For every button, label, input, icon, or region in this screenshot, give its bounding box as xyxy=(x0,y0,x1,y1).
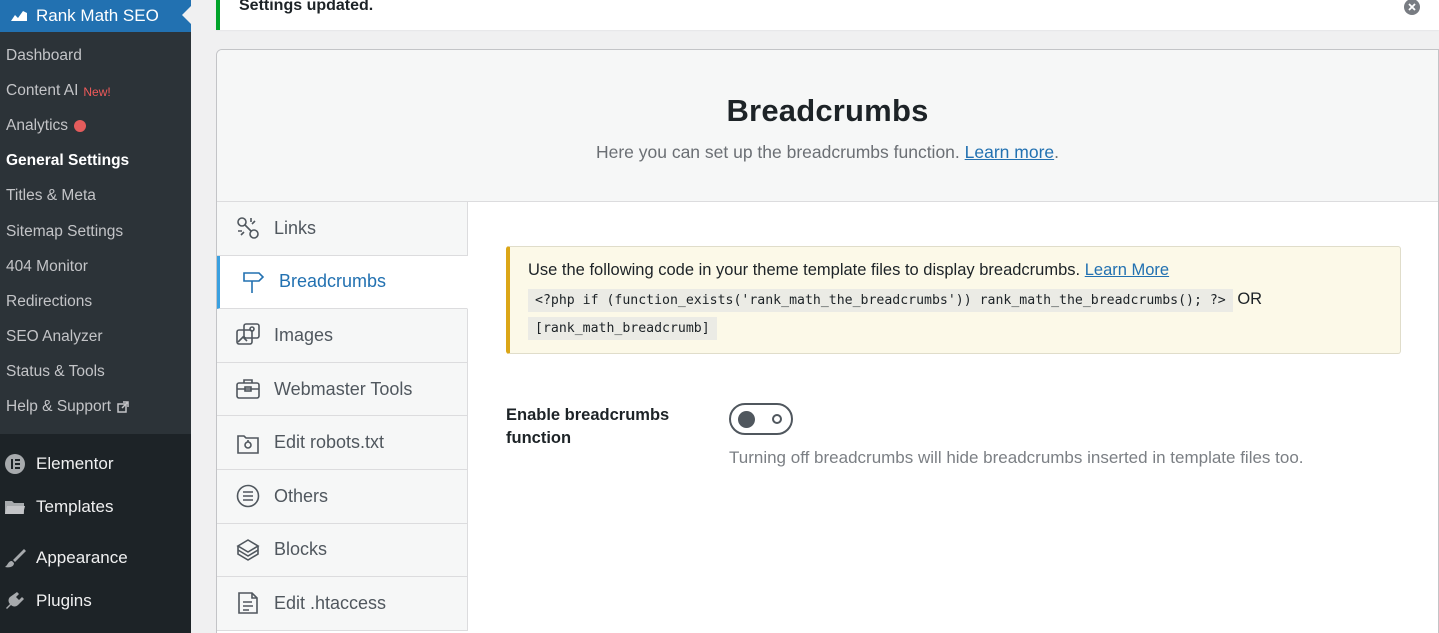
submenu-seo-analyzer[interactable]: SEO Analyzer xyxy=(0,320,191,355)
submenu-titles-meta[interactable]: Titles & Meta xyxy=(0,179,191,214)
tab-label: Edit .htaccess xyxy=(274,592,387,613)
submenu-label: Dashboard xyxy=(6,46,82,64)
code-notice-learn-more-link[interactable]: Learn More xyxy=(1085,261,1169,279)
submenu-label: Titles & Meta xyxy=(6,187,96,205)
sidebar-item-templates[interactable]: Templates xyxy=(0,485,191,528)
submenu-help-support[interactable]: Help & Support xyxy=(0,390,191,425)
submenu-label: Analytics xyxy=(6,116,69,134)
links-icon xyxy=(235,215,261,241)
submenu-dashboard[interactable]: Dashboard xyxy=(0,38,191,73)
submenu-label: 404 Monitor xyxy=(6,257,88,275)
document-icon xyxy=(235,590,261,616)
file-icon xyxy=(235,430,261,456)
folder-icon xyxy=(3,495,27,519)
enable-breadcrumbs-description: Turning off breadcrumbs will hide breadc… xyxy=(729,448,1304,467)
submenu-404-monitor[interactable]: 404 Monitor xyxy=(0,249,191,284)
settings-updated-notice: Settings updated. xyxy=(216,0,1439,30)
sidebar-item-label: Plugins xyxy=(36,590,92,610)
learn-more-link[interactable]: Learn more xyxy=(965,142,1055,162)
submenu-label: General Settings xyxy=(6,152,130,170)
enable-breadcrumbs-label: Enable breadcrumbs function xyxy=(506,406,670,447)
tab-label: Images xyxy=(274,324,334,345)
blocks-icon xyxy=(235,537,261,563)
submenu-label: Sitemap Settings xyxy=(6,222,124,240)
rank-math-submenu: Dashboard Content AI New! Analytics Gener… xyxy=(0,32,191,435)
notification-dot xyxy=(74,119,87,132)
tab-label: Edit robots.txt xyxy=(274,432,385,453)
toggle-knob xyxy=(738,411,755,428)
code-notice: Use the following code in your theme tem… xyxy=(506,246,1401,354)
sidebar-item-elementor[interactable]: Elementor xyxy=(0,442,191,485)
settings-content: Use the following code in your theme tem… xyxy=(468,202,1438,633)
list-circle-icon xyxy=(235,483,261,509)
tab-label: Breadcrumbs xyxy=(279,271,387,292)
tab-images[interactable]: Images xyxy=(217,309,468,363)
dismiss-icon[interactable] xyxy=(1403,0,1421,16)
settings-panel: Breadcrumbs Here you can set up the brea… xyxy=(216,49,1439,633)
tab-edit-htaccess[interactable]: Edit .htaccess xyxy=(217,577,468,631)
enable-breadcrumbs-toggle[interactable] xyxy=(729,403,793,435)
sidebar-item-label: Templates xyxy=(36,496,114,516)
signpost-icon xyxy=(240,269,266,295)
submenu-label: Status & Tools xyxy=(6,363,105,381)
external-link-icon xyxy=(117,401,129,414)
sidebar-plugin-title: Rank Math SEO xyxy=(36,6,159,25)
tab-label: Blocks xyxy=(274,539,328,560)
sidebar-item-label: Appearance xyxy=(36,547,128,567)
submenu-sitemap-settings[interactable]: Sitemap Settings xyxy=(0,214,191,249)
tab-breadcrumbs[interactable]: Breadcrumbs xyxy=(217,255,468,310)
php-code-snippet: <?php if (function_exists('rank_math_the… xyxy=(528,289,1233,312)
toolbox-icon xyxy=(235,376,261,402)
elementor-icon xyxy=(3,452,27,476)
code-notice-text: Use the following code in your theme tem… xyxy=(528,261,1081,279)
new-badge: New! xyxy=(83,84,111,99)
sidebar-item-rank-math[interactable]: Rank Math SEO xyxy=(0,0,191,32)
or-text: OR xyxy=(1237,290,1263,308)
tab-label: Webmaster Tools xyxy=(274,378,413,399)
submenu-label: Content AI xyxy=(6,81,79,99)
submenu-general-settings[interactable]: General Settings xyxy=(0,144,191,179)
tab-label: Others xyxy=(274,485,329,506)
page-description: Here you can set up the breadcrumbs func… xyxy=(217,142,1438,163)
description-text: Here you can set up the breadcrumbs func… xyxy=(595,142,960,162)
tab-links[interactable]: Links xyxy=(217,202,468,256)
submenu-redirections[interactable]: Redirections xyxy=(0,284,191,319)
images-icon xyxy=(235,322,261,348)
submenu-status-tools[interactable]: Status & Tools xyxy=(0,355,191,390)
plugin-icon xyxy=(3,589,27,613)
code-notice-text-row: Use the following code in your theme tem… xyxy=(528,261,1382,280)
shortcode-snippet: [rank_math_breadcrumb] xyxy=(528,317,717,340)
rank-math-icon xyxy=(10,7,28,25)
notice-text: Settings updated. xyxy=(239,0,374,14)
submenu-analytics[interactable]: Analytics xyxy=(0,108,191,143)
submenu-label: Redirections xyxy=(6,292,93,310)
tab-others[interactable]: Others xyxy=(217,469,468,524)
toggle-off-indicator-icon xyxy=(772,414,782,424)
submenu-content-ai[interactable]: Content AI New! xyxy=(0,73,191,108)
settings-tabs: Links Breadcrumbs Images Webmaster Tools… xyxy=(217,202,468,631)
paintbrush-icon xyxy=(3,546,27,570)
submenu-label: SEO Analyzer xyxy=(6,328,103,346)
tab-edit-robots[interactable]: Edit robots.txt xyxy=(217,416,468,470)
sidebar-item-label: Elementor xyxy=(36,453,114,473)
admin-sidebar: Rank Math SEO Dashboard Content AI New! A… xyxy=(0,0,191,633)
code-snippets: <?php if (function_exists('rank_math_the… xyxy=(528,286,1382,342)
sidebar-item-plugins[interactable]: Plugins xyxy=(0,579,191,622)
settings-header: Breadcrumbs Here you can set up the brea… xyxy=(217,50,1438,202)
tab-webmaster-tools[interactable]: Webmaster Tools xyxy=(217,362,468,417)
tab-blocks[interactable]: Blocks xyxy=(217,523,468,578)
tab-label: Links xyxy=(274,217,317,238)
page-title: Breadcrumbs xyxy=(726,93,929,128)
sidebar-item-appearance[interactable]: Appearance xyxy=(0,536,191,579)
description-period: . xyxy=(1054,142,1060,162)
submenu-label: Help & Support xyxy=(6,398,112,416)
